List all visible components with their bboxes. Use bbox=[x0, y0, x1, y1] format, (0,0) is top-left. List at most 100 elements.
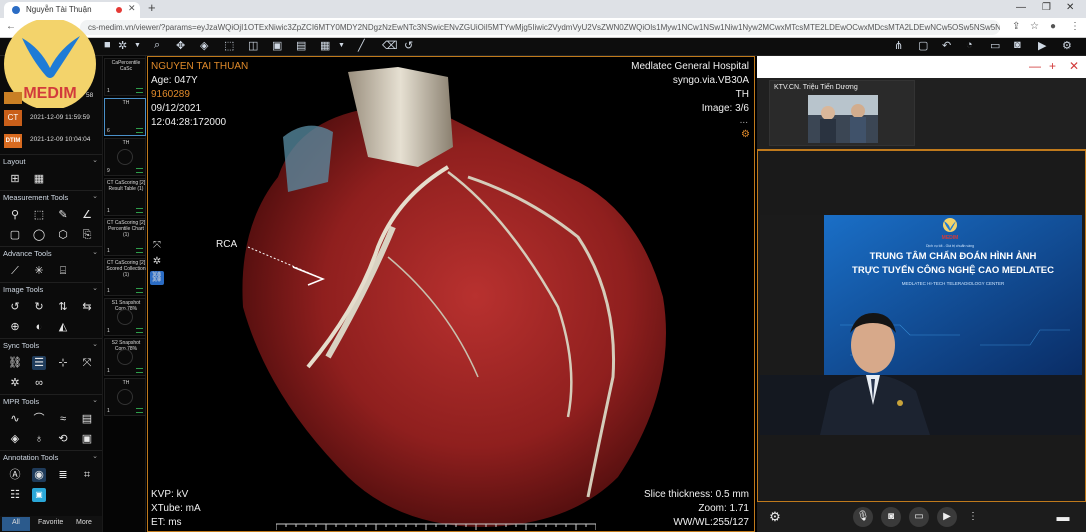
list-icon[interactable]: ☷ bbox=[8, 488, 22, 502]
close-icon[interactable]: ✕ bbox=[1069, 59, 1079, 73]
stack-icon[interactable]: ◈ bbox=[200, 39, 208, 52]
chevron-down-icon[interactable]: ▼ bbox=[338, 42, 345, 49]
expand-icon[interactable]: ⤧ bbox=[80, 356, 94, 370]
star-icon[interactable]: ☆ bbox=[1030, 21, 1039, 32]
browser-tab[interactable]: Nguyễn Tài Thuận ✕ bbox=[4, 2, 140, 18]
brightness-icon[interactable]: ✲ bbox=[8, 376, 22, 390]
minimize-icon[interactable]: — bbox=[1016, 2, 1026, 13]
url-input[interactable]: cs-medim.vn/viewer/?params=eyJzaWQiOjI1O… bbox=[80, 20, 1000, 35]
angle-icon[interactable]: ∠ bbox=[80, 208, 94, 222]
rotate-right-icon[interactable]: ↻ bbox=[32, 300, 46, 314]
share-icon[interactable]: ⇪ bbox=[1012, 21, 1020, 32]
copy-icon[interactable]: ⎘ bbox=[80, 228, 94, 242]
screen-share-icon[interactable]: ▭ bbox=[909, 507, 929, 527]
eye-icon[interactable]: ◉ bbox=[32, 468, 46, 482]
chat-icon[interactable]: ◔ bbox=[966, 39, 973, 51]
eraser-icon[interactable]: ⌫ bbox=[382, 39, 398, 52]
mpr-icon[interactable]: ▤ bbox=[296, 39, 306, 52]
rectangle-icon[interactable]: ▢ bbox=[8, 228, 22, 242]
section-mpr[interactable]: MPR Tools ⌄ bbox=[0, 394, 102, 406]
link-icon[interactable]: ⛓ bbox=[8, 356, 22, 370]
section-measurement[interactable]: Measurement Tools ⌄ bbox=[0, 190, 102, 202]
camera-icon[interactable]: ◙ bbox=[881, 507, 901, 527]
play-icon[interactable]: ▶ bbox=[937, 507, 957, 527]
3d-icon[interactable]: ▣ bbox=[272, 39, 282, 52]
sagittal-icon[interactable]: ≈ bbox=[56, 412, 70, 426]
series-thumbnail[interactable]: TH 1 bbox=[104, 378, 146, 416]
expand-icon[interactable]: ⤧ bbox=[150, 239, 164, 253]
section-sync[interactable]: Sync Tools ⌄ bbox=[0, 338, 102, 350]
layers-icon[interactable]: ≣ bbox=[56, 468, 70, 482]
chevron-down-icon[interactable]: ▼ bbox=[134, 42, 141, 49]
more-options[interactable]: ... bbox=[740, 115, 748, 126]
ruler-icon[interactable]: ⬚ bbox=[32, 208, 46, 222]
series-thumbnail[interactable]: S2 Snapshot Coro 78% 1 bbox=[104, 338, 146, 376]
close-window-icon[interactable]: ✕ bbox=[1066, 2, 1074, 13]
lungs-icon[interactable]: ♁ bbox=[32, 432, 46, 446]
layout-icon[interactable]: ■ bbox=[104, 39, 111, 51]
pen-icon[interactable]: ✎ bbox=[56, 208, 70, 222]
tab-all[interactable]: All bbox=[12, 519, 20, 526]
cylinder-icon[interactable]: ⌸ bbox=[56, 264, 70, 278]
image-icon[interactable]: ▣ bbox=[32, 488, 46, 502]
microphone-icon[interactable]: 🎙︎ bbox=[853, 507, 873, 527]
rotate-3d-icon[interactable]: ⟲ bbox=[56, 432, 70, 446]
chain-icon[interactable]: ∞ bbox=[32, 376, 46, 390]
participant-tile[interactable]: KTV.CN. Triệu Tiến Dương bbox=[769, 80, 915, 146]
history-icon[interactable]: ↶ bbox=[942, 39, 951, 52]
brightness-icon[interactable]: ✲ bbox=[150, 255, 164, 269]
reset-icon[interactable]: ⊕ bbox=[8, 320, 22, 334]
series-thumbnail[interactable]: CT CaScoring [2] Scored Collection (1) 1 bbox=[104, 258, 146, 296]
brightness-icon[interactable]: ✲ bbox=[118, 39, 127, 52]
report-icon[interactable]: ▢ bbox=[918, 39, 928, 52]
pan-icon[interactable]: ✥ bbox=[176, 39, 185, 52]
profile-icon[interactable]: ● bbox=[1050, 21, 1056, 32]
mpr-layout-icon[interactable]: ▤ bbox=[80, 412, 94, 426]
image-viewport[interactable]: RCA ⤧ ✲ ⛓ NGUYEN TAI THUAN Age: 047Y 916… bbox=[147, 56, 755, 532]
study-badge-ct[interactable]: CT bbox=[4, 110, 22, 126]
flip-vertical-icon[interactable]: ⇅ bbox=[56, 300, 70, 314]
settings-icon[interactable]: ⚙ bbox=[741, 129, 750, 140]
rotate-left-icon[interactable]: ↺ bbox=[8, 300, 22, 314]
section-advance[interactable]: Advance Tools ⌄ bbox=[0, 246, 102, 258]
section-annotation[interactable]: Annotation Tools ⌄ bbox=[0, 450, 102, 462]
grid-icon[interactable]: ▦ bbox=[320, 39, 330, 52]
magic-icon[interactable]: ◭ bbox=[56, 320, 70, 334]
chart-icon[interactable]: ⟋ bbox=[8, 264, 22, 278]
document-icon[interactable]: ▭ bbox=[990, 39, 1000, 52]
maximize-icon[interactable]: + bbox=[1049, 59, 1056, 73]
video-icon[interactable]: ▶ bbox=[1038, 39, 1046, 52]
undo-icon[interactable]: ↺ bbox=[404, 39, 413, 52]
camera-icon[interactable]: ◙ bbox=[1014, 39, 1021, 51]
share-icon[interactable]: ⋔ bbox=[894, 39, 903, 52]
cube-icon[interactable]: ◫ bbox=[248, 39, 258, 52]
settings-icon[interactable]: ⚙ bbox=[1062, 39, 1072, 52]
series-thumbnail[interactable]: TH 9 bbox=[104, 138, 146, 176]
chat-icon[interactable]: ▬ bbox=[1053, 507, 1073, 527]
series-thumbnail[interactable]: CT CaScoring [2] Result Table (1) 1 bbox=[104, 178, 146, 216]
vessel-icon[interactable]: ✳ bbox=[32, 264, 46, 278]
ruler-icon[interactable]: ⬚ bbox=[224, 39, 234, 52]
freehand-icon[interactable]: ⬡ bbox=[56, 228, 70, 242]
close-tab-icon[interactable]: ✕ bbox=[128, 3, 136, 14]
study-thumb[interactable] bbox=[4, 92, 22, 104]
study-badge-dtim[interactable]: DTIM bbox=[4, 134, 22, 148]
new-tab-button[interactable]: + bbox=[148, 0, 156, 15]
layout-grid-icon[interactable]: ▦ bbox=[32, 172, 46, 186]
coronal-icon[interactable]: ⌒ bbox=[32, 412, 46, 426]
series-thumbnail[interactable]: CT CaScoring [2] Percentile Chart (1) 1 bbox=[104, 218, 146, 256]
cube-icon[interactable]: ◈ bbox=[8, 432, 22, 446]
menu-icon[interactable]: ⋮ bbox=[1070, 21, 1080, 32]
list-sync-icon[interactable]: ☰ bbox=[32, 356, 46, 370]
text-icon[interactable]: Ⓐ bbox=[8, 468, 22, 482]
crop-icon[interactable]: ⌗ bbox=[80, 468, 94, 482]
flip-horizontal-icon[interactable]: ⇆ bbox=[80, 300, 94, 314]
layout-1x1-icon[interactable]: ⊞ bbox=[8, 172, 22, 186]
invert-icon[interactable]: ◐ bbox=[32, 320, 46, 334]
crosshair-icon[interactable]: ⊹ bbox=[56, 356, 70, 370]
more-vertical-icon[interactable]: ⋮ bbox=[963, 507, 983, 527]
section-image[interactable]: Image Tools ⌄ bbox=[0, 282, 102, 294]
axial-icon[interactable]: ∿ bbox=[8, 412, 22, 426]
series-thumbnail[interactable]: TH 6 bbox=[104, 98, 146, 136]
series-thumbnail[interactable]: CaPercentile CaSc 1 bbox=[104, 58, 146, 96]
